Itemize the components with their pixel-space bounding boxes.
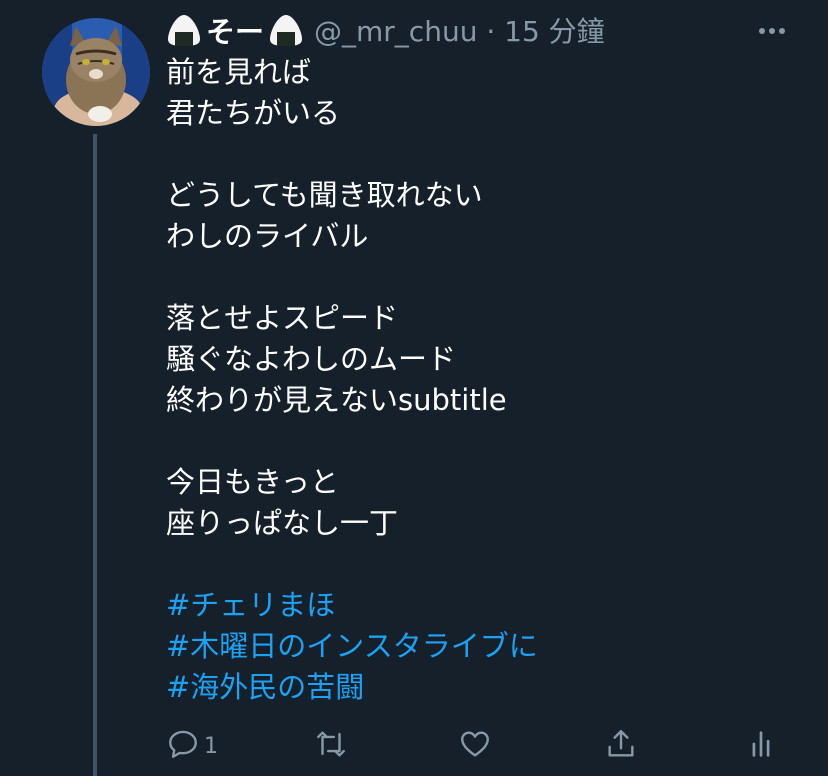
heart-icon	[458, 727, 492, 765]
analytics-icon	[744, 727, 778, 765]
tweet-line: 終わりが見えないsubtitle	[166, 383, 507, 417]
avatar[interactable]	[42, 18, 150, 126]
tweet-text: 前を見れば 君たちがいる どうしても聞き取れない わしのライバル 落とせよスピー…	[166, 52, 806, 708]
tweet-line: 今日もきっと	[166, 465, 339, 499]
tweet-line: わしのライバル	[166, 219, 369, 253]
more-dot	[759, 28, 765, 34]
reply-icon	[166, 727, 200, 765]
reply-count: 1	[204, 733, 218, 759]
hashtag-link[interactable]: #チェリまほ	[166, 585, 806, 626]
display-name[interactable]: そー	[206, 9, 264, 51]
tweet-line	[166, 544, 806, 585]
more-options-button[interactable]	[752, 14, 792, 48]
share-icon	[604, 727, 638, 765]
retweet-icon	[314, 727, 348, 765]
tweet-header: そー @_mr_chuu · 15 分鐘	[166, 8, 605, 52]
tweet-line	[166, 257, 806, 298]
tweet-line: 座りっぱなし一丁	[166, 506, 399, 540]
author-handle[interactable]: @_mr_chuu	[314, 15, 477, 48]
tweet-actions: 1	[166, 726, 786, 766]
tweet-line	[166, 421, 806, 462]
rice-ball-icon	[166, 13, 202, 47]
hashtag-link[interactable]: #木曜日のインスタライブに	[166, 626, 806, 667]
tweet-timestamp[interactable]: 15 分鐘	[504, 15, 605, 48]
analytics-button[interactable]	[744, 726, 778, 766]
tweet-line: 騒ぐなよわしのムード	[166, 342, 457, 376]
like-button[interactable]	[458, 726, 492, 766]
tweet-line: どうしても聞き取れない	[166, 178, 483, 212]
author-meta: @_mr_chuu · 15 分鐘	[314, 10, 605, 50]
thread-connector-line	[93, 134, 97, 776]
meta-separator: ·	[486, 15, 505, 48]
reply-button[interactable]: 1	[166, 726, 218, 766]
more-dot	[769, 28, 775, 34]
more-dot	[779, 28, 785, 34]
rice-ball-icon	[268, 13, 304, 47]
tweet-line: 前を見れば	[166, 55, 312, 89]
hashtag-link[interactable]: #海外民の苦闘	[166, 667, 806, 708]
tweet-line: 落とせよスピード	[166, 301, 399, 335]
tweet-line	[166, 134, 806, 175]
retweet-button[interactable]	[314, 726, 348, 766]
tweet-line: 君たちがいる	[166, 96, 341, 130]
share-button[interactable]	[604, 726, 638, 766]
